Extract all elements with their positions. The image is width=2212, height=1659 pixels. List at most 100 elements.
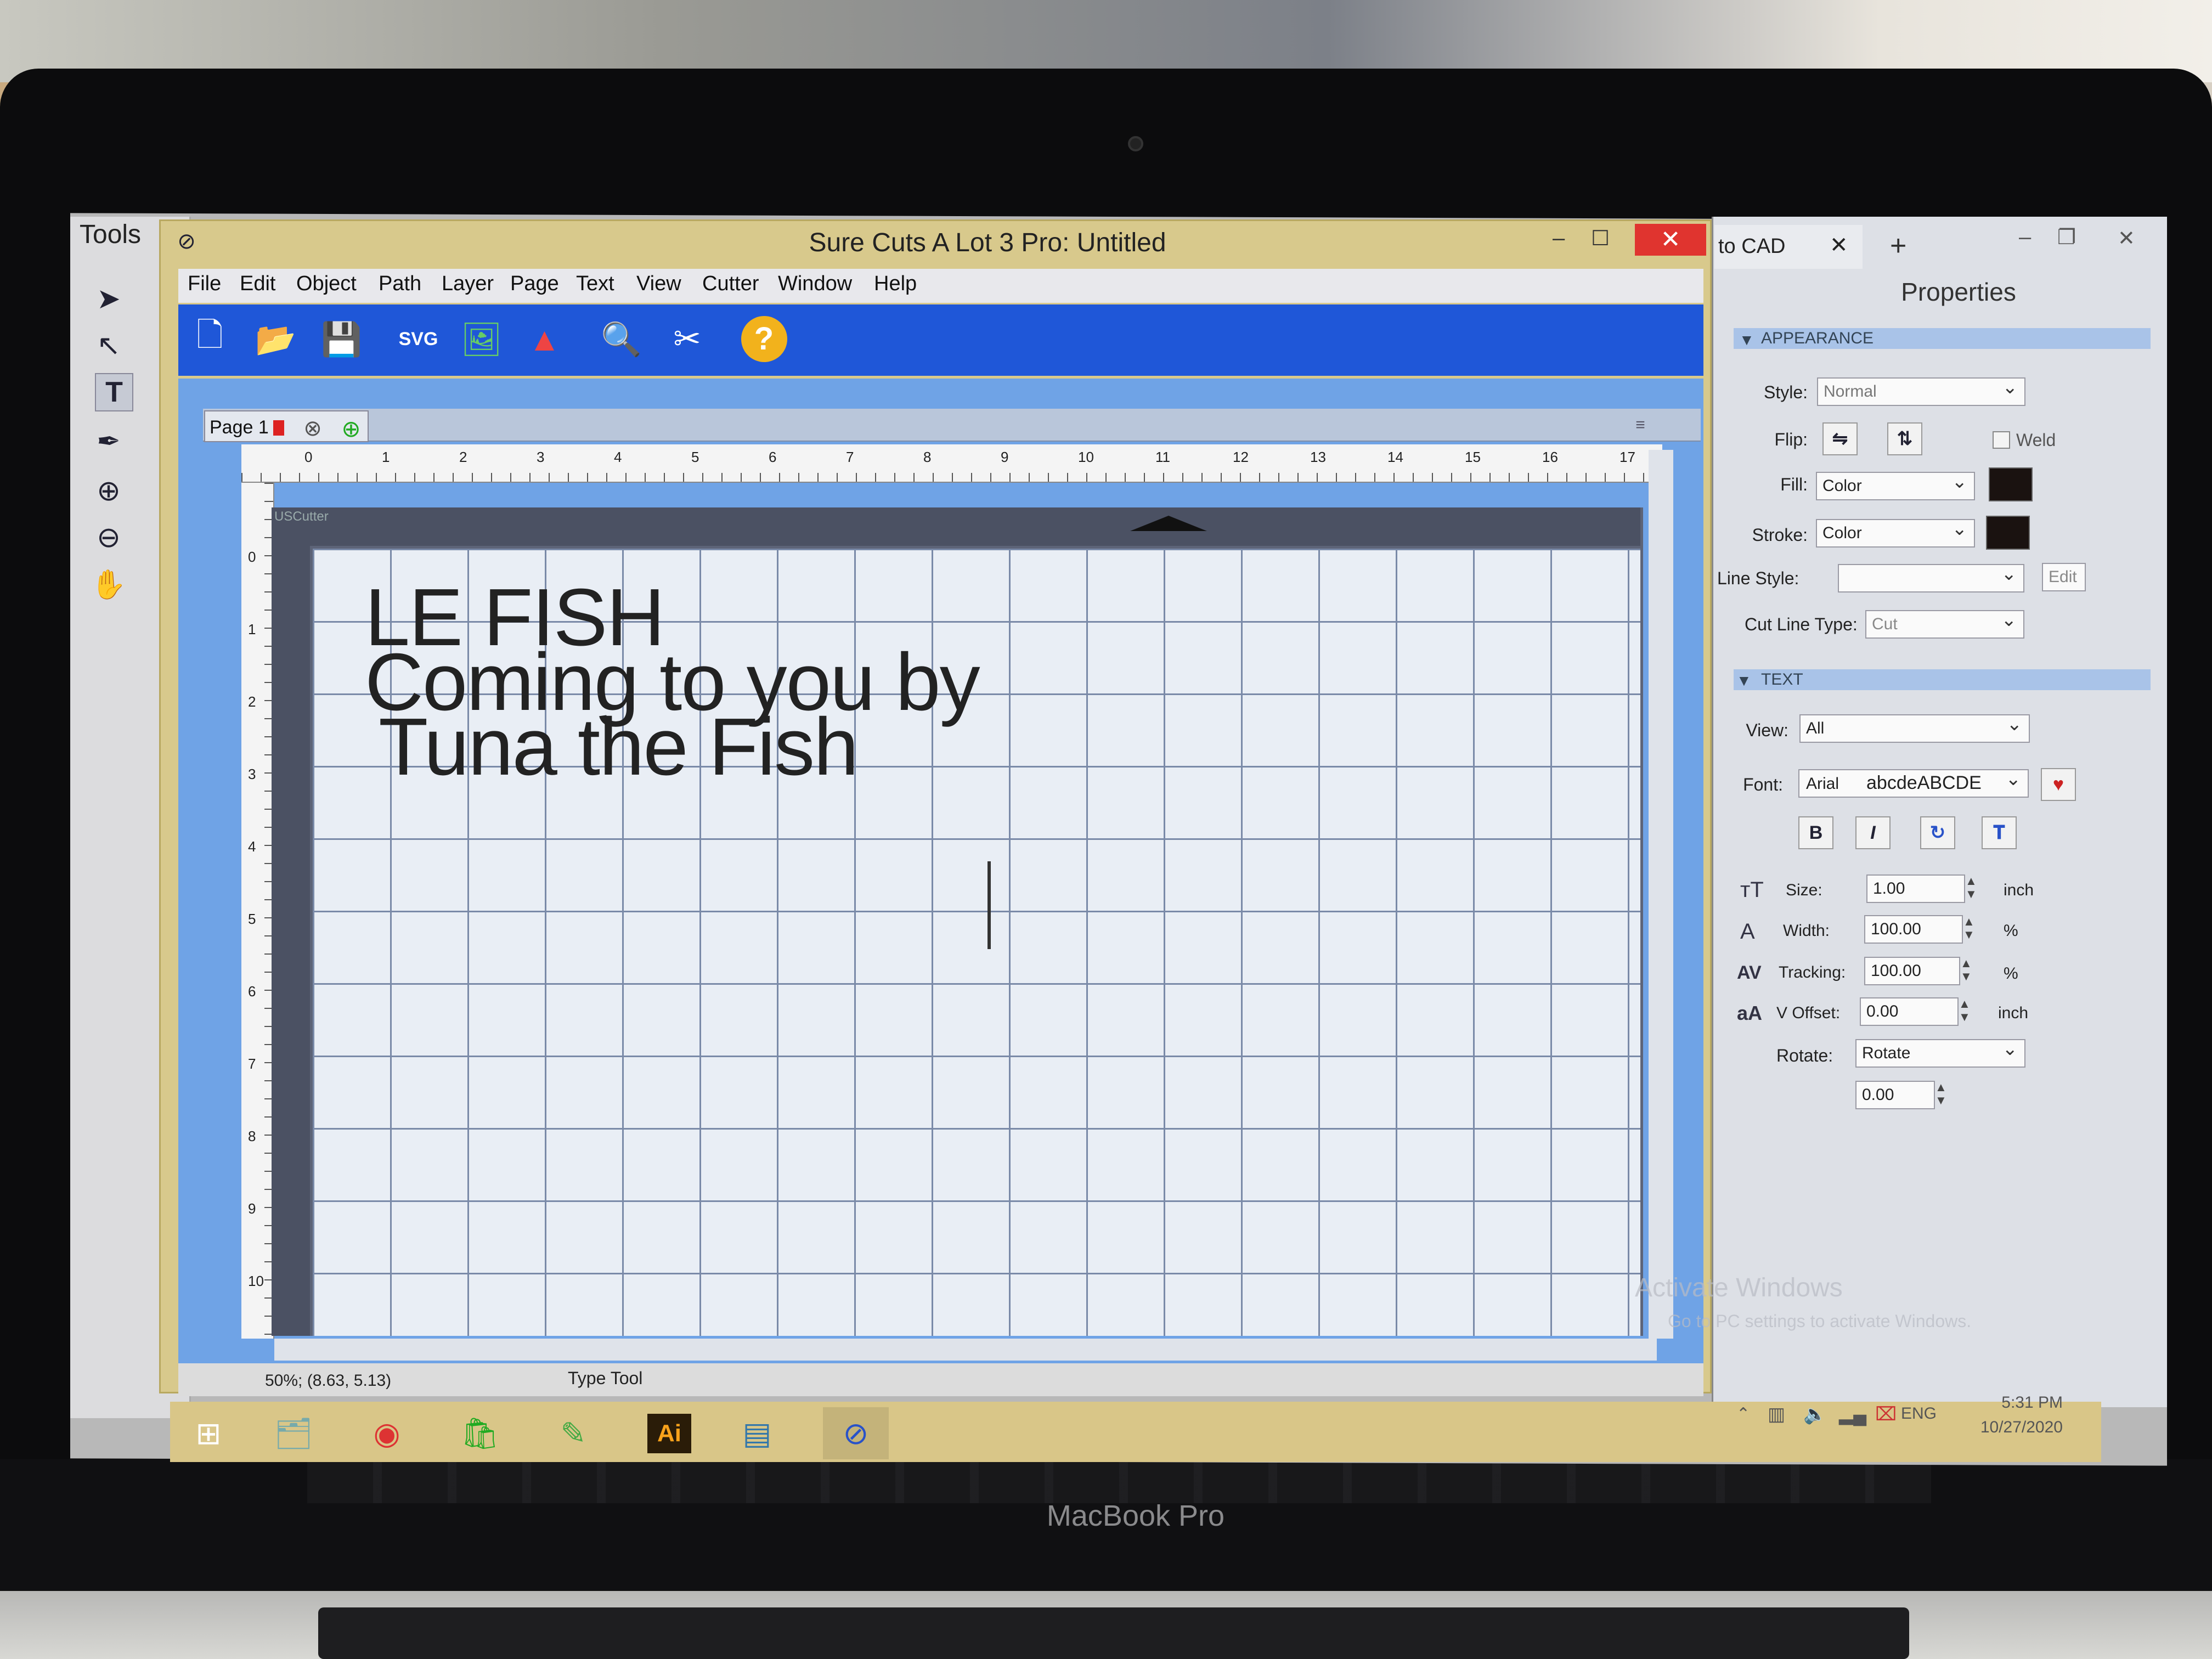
menu-layer[interactable]: Layer — [442, 272, 494, 296]
zoom-in-icon[interactable]: ⊕ — [89, 472, 128, 510]
appearance-collapse-icon[interactable]: ▼ — [1739, 331, 1754, 349]
menu-help[interactable]: Help — [874, 272, 917, 296]
width-input[interactable]: 100.00 — [1864, 915, 1963, 944]
size-input[interactable]: 1.00 — [1866, 874, 1965, 903]
width-stepper[interactable]: ▲ ▼ — [1963, 915, 1975, 941]
sure-cuts-taskbar-icon[interactable]: ⊘ — [823, 1407, 889, 1459]
select-arrow-icon[interactable]: ➤ — [89, 280, 128, 318]
props-restore-button[interactable]: ❐ — [2057, 225, 2076, 250]
store-icon[interactable]: 🛍 — [447, 1407, 513, 1459]
add-page-icon[interactable]: ⊕ — [337, 415, 365, 442]
tray-battery-icon[interactable]: ⌧ — [1875, 1403, 1897, 1425]
status-tool: Type Tool — [568, 1368, 643, 1388]
desktop-app-icon[interactable]: ▤ — [724, 1407, 790, 1459]
style-dropdown[interactable]: Normal — [1817, 374, 2025, 406]
rotate-text-icon[interactable]: ↻ — [1920, 816, 1955, 849]
window-title: Sure Cuts A Lot 3 Pro: Untitled — [809, 228, 1166, 257]
ruler-top-label: 0 — [304, 449, 313, 465]
node-select-icon[interactable]: ↖ — [89, 326, 128, 365]
ruler-top-label: 11 — [1155, 449, 1170, 465]
app-leaf-icon[interactable]: ✎ — [540, 1407, 606, 1459]
stroke-dropdown[interactable]: Color — [1816, 516, 1975, 548]
webcam — [1128, 136, 1143, 151]
voffset-input[interactable]: 0.00 — [1860, 997, 1959, 1026]
tools-title: Tools — [80, 220, 142, 249]
props-close-button[interactable]: ✕ — [2118, 226, 2135, 251]
start-windows-icon[interactable]: ⊞ — [176, 1407, 241, 1459]
weld-label: Weld — [2016, 430, 2056, 450]
close-button[interactable]: ✕ — [1635, 224, 1706, 256]
line-style-dropdown[interactable] — [1838, 561, 2024, 592]
menu-window[interactable]: Window — [778, 272, 852, 296]
appearance-section-header[interactable]: APPEARANCE — [1734, 328, 2151, 349]
import-svg-icon[interactable]: SVG — [392, 312, 444, 366]
rotate-angle-input[interactable]: 0.00 — [1855, 1081, 1935, 1109]
fill-color-swatch[interactable] — [1989, 467, 2033, 501]
tray-network-icon[interactable]: ▥ — [1768, 1403, 1785, 1425]
pen-tool-icon[interactable]: ✒ — [89, 422, 128, 461]
file-explorer-icon[interactable]: 🗂 — [261, 1407, 326, 1459]
vertical-scrollbar[interactable] — [1649, 450, 1673, 1339]
view-dropdown[interactable]: All — [1799, 711, 2030, 743]
italic-button[interactable]: I — [1855, 816, 1891, 849]
chrome-icon[interactable]: ◉ — [354, 1407, 420, 1459]
illustrator-icon[interactable]: Ai — [636, 1407, 702, 1459]
import-shape-icon[interactable]: ▲ — [518, 312, 571, 366]
favorite-font-icon[interactable]: ♥ — [2041, 768, 2076, 801]
help-icon[interactable]: ? — [738, 312, 790, 366]
voffset-stepper[interactable]: ▲ ▼ — [1959, 997, 1971, 1024]
text-on-path-icon[interactable]: 𝐓 — [1982, 816, 2017, 849]
import-image-icon[interactable]: 🖼 — [455, 312, 507, 366]
new-tab-button[interactable]: + — [1890, 229, 1906, 262]
weld-checkbox[interactable] — [1993, 431, 2010, 449]
text-tool-icon[interactable]: T — [95, 373, 133, 411]
menu-file[interactable]: File — [188, 272, 221, 296]
menu-path[interactable]: Path — [379, 272, 421, 296]
fill-dropdown[interactable]: Color — [1816, 469, 1975, 500]
tray-chevron-icon[interactable]: ⌃ — [1736, 1404, 1750, 1424]
rotate-dropdown[interactable]: Rotate — [1855, 1036, 2025, 1068]
rotate-angle-stepper[interactable]: ▲ ▼ — [1935, 1081, 1947, 1107]
browser-tab-close-icon[interactable]: ✕ — [1830, 233, 1848, 258]
flip-horizontal-icon[interactable]: ⇋ — [1822, 422, 1858, 455]
page-tab-bar — [203, 409, 1701, 442]
canvas-text-line-3[interactable]: Tuna the Fish — [379, 707, 859, 788]
stroke-color-swatch[interactable] — [1986, 516, 2030, 550]
ruler-left-label: 1 — [248, 621, 256, 637]
menu-edit[interactable]: Edit — [240, 272, 275, 296]
open-folder-icon[interactable]: 📂 — [250, 312, 302, 366]
ruler-top — [241, 444, 1662, 483]
hand-tool-icon[interactable]: ✋ — [89, 565, 128, 603]
minimize-button[interactable]: – — [1553, 226, 1585, 253]
bold-button[interactable]: B — [1798, 816, 1833, 849]
line-style-edit-button[interactable]: Edit — [2042, 563, 2086, 591]
save-disk-icon[interactable]: 💾 — [315, 312, 368, 366]
tracking-stepper[interactable]: ▲ ▼ — [1960, 957, 1972, 983]
props-minimize-button[interactable]: – — [2019, 225, 2031, 250]
tracking-input[interactable]: 100.00 — [1864, 957, 1960, 985]
size-stepper[interactable]: ▲ ▼ — [1965, 874, 1977, 901]
menu-text[interactable]: Text — [576, 272, 614, 296]
maximize-button[interactable]: ☐ — [1591, 226, 1624, 253]
menu-view[interactable]: View — [636, 272, 681, 296]
zoom-out-icon[interactable]: ⊖ — [89, 518, 128, 557]
page-menu-icon[interactable]: ≡ — [1624, 413, 1657, 438]
tray-date[interactable]: 10/27/2020 — [1953, 1418, 2063, 1437]
tray-volume-icon[interactable]: 🔈 — [1803, 1403, 1826, 1425]
horizontal-scrollbar[interactable] — [274, 1339, 1657, 1361]
tray-language[interactable]: ENG — [1901, 1404, 1937, 1423]
tray-time[interactable]: 5:31 PM — [1964, 1393, 2063, 1412]
menu-object[interactable]: Object — [296, 272, 357, 296]
flip-vertical-icon[interactable]: ⇅ — [1887, 422, 1922, 455]
menu-page[interactable]: Page — [510, 272, 559, 296]
menu-cutter[interactable]: Cutter — [702, 272, 759, 296]
close-page-icon[interactable]: ⊗ — [299, 415, 326, 442]
tray-signal-icon[interactable]: ▂▄ — [1839, 1403, 1866, 1425]
keyboard-reflection — [307, 1459, 1931, 1503]
new-document-icon[interactable]: 🗋 — [184, 312, 236, 366]
text-section-header[interactable]: TEXT — [1734, 669, 2151, 690]
cut-scissors-icon[interactable]: ✂ — [661, 312, 713, 366]
text-collapse-icon[interactable]: ▼ — [1736, 672, 1752, 690]
cut-line-type-dropdown[interactable]: Cut — [1865, 607, 2024, 639]
preview-magnifier-icon[interactable]: 🔍 — [595, 312, 647, 366]
